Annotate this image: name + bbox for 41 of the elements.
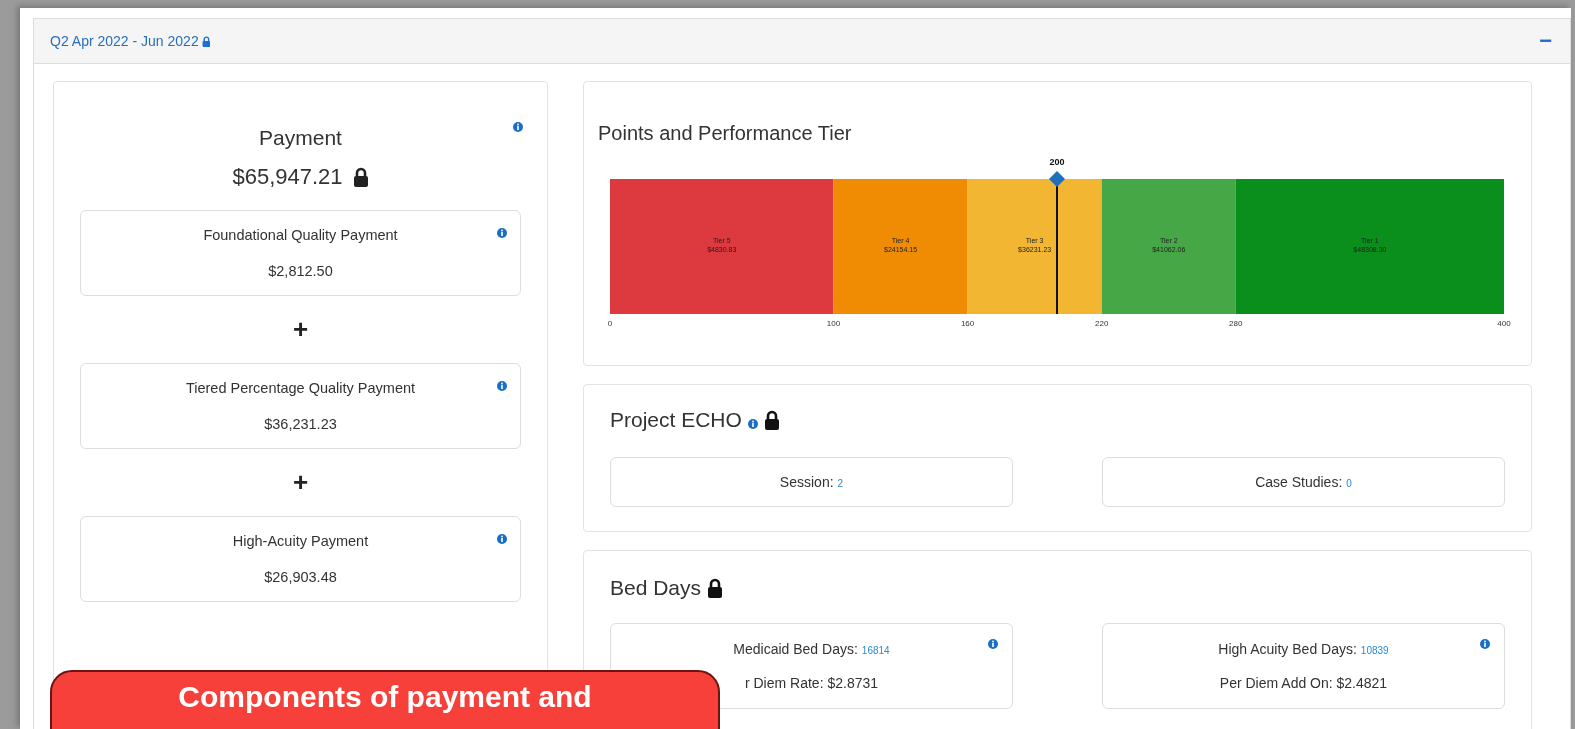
stat-label: Case Studies: bbox=[1255, 474, 1343, 490]
quarter-title[interactable]: Q2 Apr 2022 - Jun 2022 bbox=[50, 33, 199, 49]
info-icon[interactable] bbox=[747, 419, 758, 429]
info-icon[interactable] bbox=[1480, 639, 1490, 649]
rate-text: Per Diem Add On: $2.4821 bbox=[1219, 675, 1388, 691]
plus-sign: + bbox=[291, 466, 310, 499]
info-icon[interactable] bbox=[513, 122, 523, 132]
plus-sign: + bbox=[291, 313, 310, 346]
component-title: High-Acuity Payment bbox=[232, 533, 369, 549]
component-amount: $26,903.48 bbox=[264, 569, 337, 585]
score-label: 200 bbox=[1049, 157, 1065, 167]
info-icon[interactable] bbox=[497, 534, 507, 544]
stat-label: Session: bbox=[779, 474, 834, 490]
tick-label: 160 bbox=[960, 319, 975, 328]
payment-title: Payment bbox=[258, 126, 343, 150]
tick-label: 400 bbox=[1497, 319, 1511, 328]
callout-text: Components of payment and bbox=[178, 680, 592, 714]
stat-label: Medicaid Bed Days: bbox=[733, 641, 858, 657]
stat-value[interactable]: 2 bbox=[837, 478, 844, 489]
panel-header[interactable]: Q2 Apr 2022 - Jun 2022 − bbox=[34, 19, 1570, 64]
tick-label: 220 bbox=[1095, 319, 1109, 328]
component-title: Tiered Percentage Quality Payment bbox=[185, 380, 416, 396]
tick-label: 0 bbox=[607, 319, 613, 328]
info-icon[interactable] bbox=[497, 228, 507, 238]
component-amount: $2,812.50 bbox=[268, 263, 333, 279]
info-icon[interactable] bbox=[497, 381, 507, 391]
stat-value[interactable]: 10839 bbox=[1360, 645, 1389, 656]
collapse-button[interactable]: − bbox=[1535, 30, 1556, 52]
stat-value[interactable]: 0 bbox=[1346, 478, 1352, 489]
section-title: Project ECHO bbox=[610, 408, 742, 432]
tick-label: 280 bbox=[1229, 319, 1243, 328]
stat-value[interactable]: 16814 bbox=[861, 645, 890, 656]
payment-total: $65,947.21 bbox=[232, 164, 343, 190]
rate-text: r Diem Rate: $2.8731 bbox=[744, 675, 879, 691]
component-title: Foundational Quality Payment bbox=[203, 227, 398, 243]
stat-label: High Acuity Bed Days: bbox=[1218, 641, 1357, 657]
tick-label: 100 bbox=[826, 319, 841, 328]
chart-title: Points and Performance Tier bbox=[598, 122, 853, 145]
info-icon[interactable] bbox=[988, 639, 998, 649]
component-amount: $36,231.23 bbox=[264, 416, 337, 432]
section-title: Bed Days bbox=[610, 576, 702, 600]
